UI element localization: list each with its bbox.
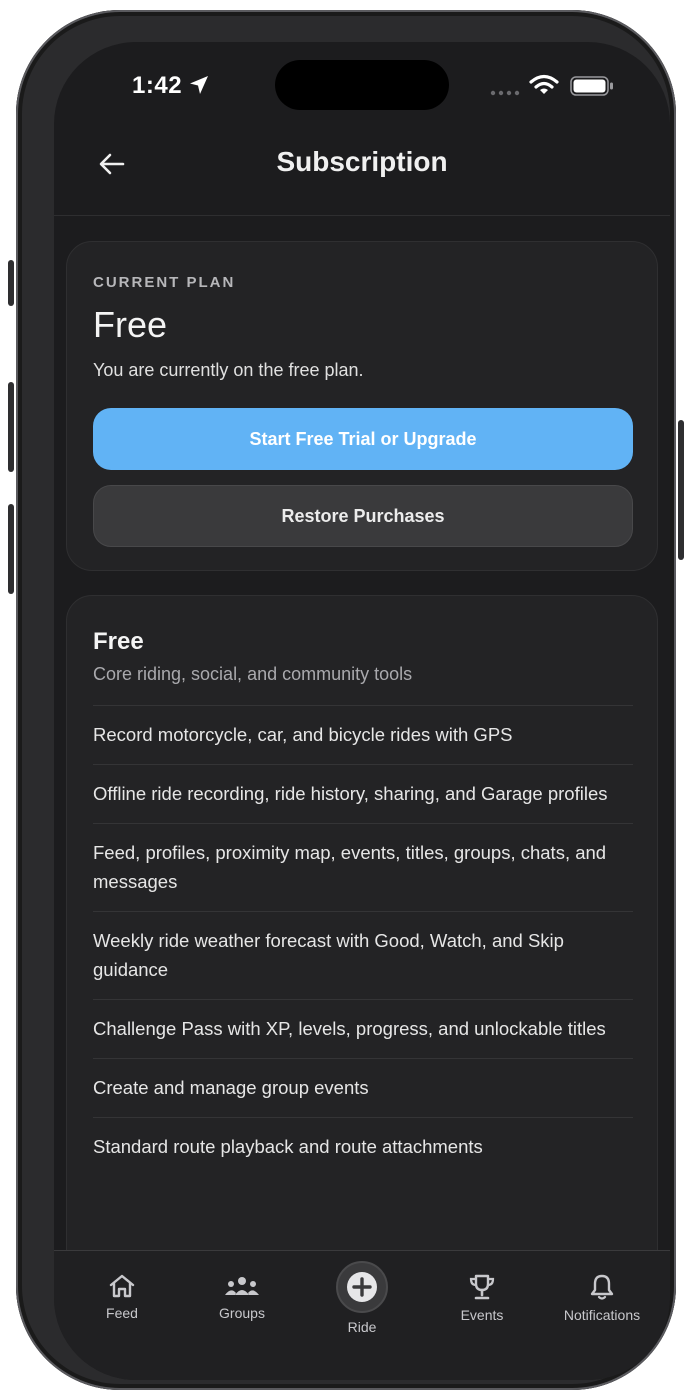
screen: 1:42 Subscription CURRENT PLAN Free You … <box>54 42 670 1380</box>
start-trial-upgrade-button[interactable]: Start Free Trial or Upgrade <box>93 408 633 470</box>
dynamic-island <box>275 60 449 110</box>
cellular-signal-icon <box>490 90 520 96</box>
bell-icon <box>590 1274 614 1300</box>
battery-icon <box>570 76 613 96</box>
page-title: Subscription <box>276 146 448 177</box>
volume-up-button <box>8 382 14 472</box>
groups-icon <box>225 1277 259 1295</box>
trophy-icon <box>469 1274 495 1300</box>
free-tier-card: Free Core riding, social, and community … <box>66 595 658 1250</box>
wifi-icon <box>529 74 559 94</box>
tab-label-events: Events <box>460 1307 504 1323</box>
status-time: 1:42 <box>132 72 183 99</box>
tab-label-notifications: Notifications <box>563 1307 641 1323</box>
home-icon <box>109 1274 135 1298</box>
feature-item: Standard route playback and route attach… <box>93 1117 633 1176</box>
tab-feed[interactable]: Feed <box>67 1273 177 1321</box>
plus-circle-icon <box>347 1272 377 1302</box>
ride-button[interactable] <box>336 1261 388 1313</box>
feature-item: Weekly ride weather forecast with Good, … <box>93 911 633 999</box>
current-plan-description: You are currently on the free plan. <box>93 360 364 380</box>
scroll-content[interactable]: CURRENT PLAN Free You are currently on t… <box>54 217 670 1250</box>
tier-subtitle: Core riding, social, and community tools <box>93 664 413 684</box>
feature-item: Create and manage group events <box>93 1058 633 1117</box>
action-button <box>8 260 14 306</box>
tier-name: Free <box>93 628 144 655</box>
tab-bar: Feed Groups Ride Events Notifications <box>54 1250 670 1380</box>
current-plan-name: Free <box>93 304 168 345</box>
tab-ride[interactable]: Ride <box>307 1261 417 1335</box>
tab-notifications[interactable]: Notifications <box>547 1273 657 1323</box>
nav-header: Subscription <box>54 132 670 216</box>
current-plan-card: CURRENT PLAN Free You are currently on t… <box>66 241 658 571</box>
feature-item: Record motorcycle, car, and bicycle ride… <box>93 705 633 764</box>
current-plan-label: CURRENT PLAN <box>93 274 236 291</box>
location-arrow-icon <box>190 76 208 94</box>
volume-down-button <box>8 504 14 594</box>
power-button <box>678 420 684 560</box>
tab-groups[interactable]: Groups <box>187 1273 297 1321</box>
feature-item: Feed, profiles, proximity map, events, t… <box>93 823 633 911</box>
feature-list: Record motorcycle, car, and bicycle ride… <box>93 705 633 1176</box>
feature-item: Challenge Pass with XP, levels, progress… <box>93 999 633 1058</box>
restore-purchases-button[interactable]: Restore Purchases <box>93 485 633 547</box>
feature-item: Offline ride recording, ride history, sh… <box>93 764 633 823</box>
tab-label-groups: Groups <box>219 1305 265 1321</box>
tab-label-feed: Feed <box>106 1305 138 1321</box>
tab-label-ride: Ride <box>347 1319 377 1335</box>
tab-events[interactable]: Events <box>427 1273 537 1323</box>
phone-frame: 1:42 Subscription CURRENT PLAN Free You … <box>8 10 684 1390</box>
